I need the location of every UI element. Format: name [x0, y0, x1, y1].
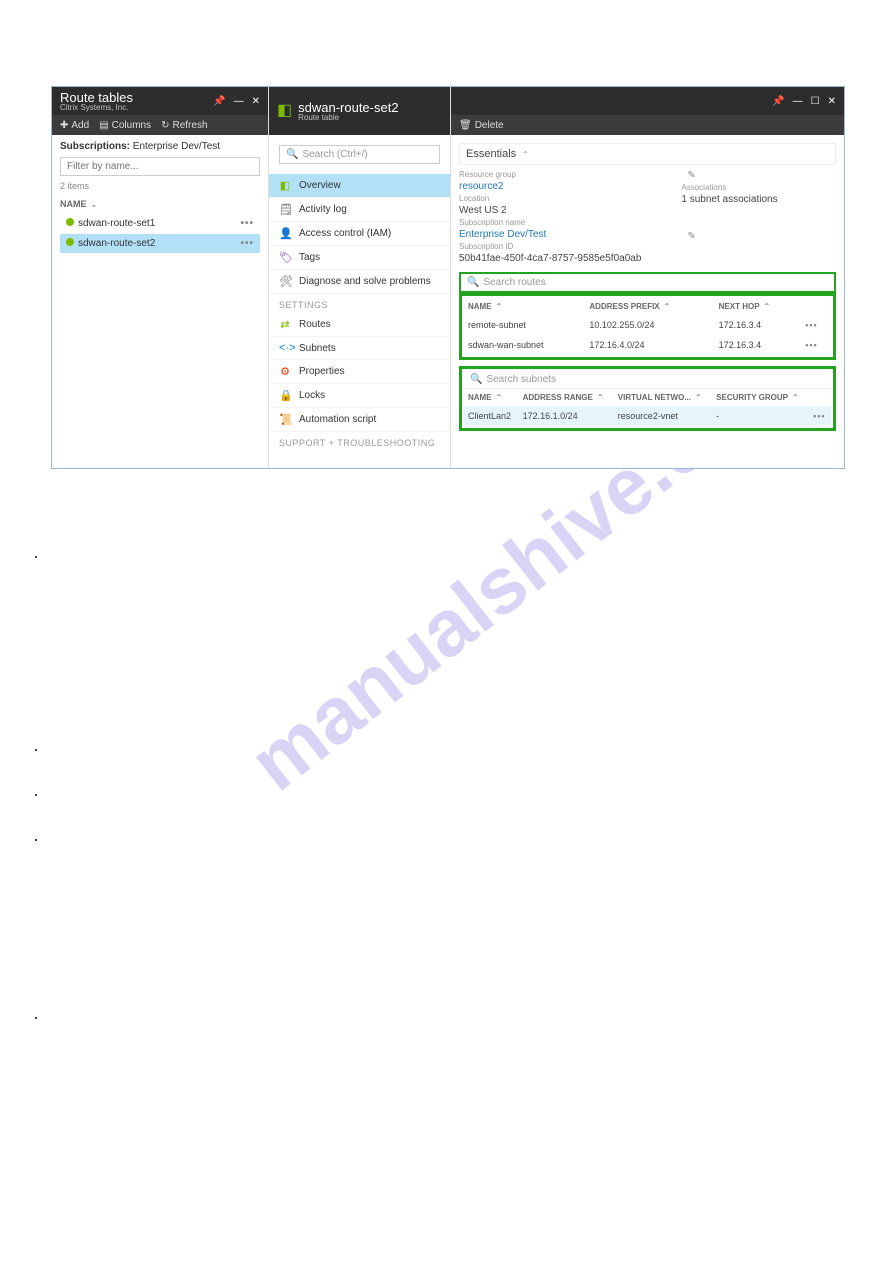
- close-icon[interactable]: ✕: [828, 96, 836, 107]
- subid-label: Subscription ID: [459, 242, 641, 251]
- azure-portal: Route tables Citrix Systems, Inc. 📌 — ✕ …: [51, 86, 845, 469]
- nav-label: Subnets: [299, 343, 336, 354]
- nav-access-control[interactable]: 👤Access control (IAM): [269, 222, 450, 246]
- blade-header: Route tables Citrix Systems, Inc. 📌 — ✕: [52, 87, 268, 115]
- table-header-row: NAME⌃ ADDRESS PREFIX⌃ NEXT HOP⌃: [464, 298, 831, 315]
- nav-label: Tags: [299, 252, 320, 263]
- rg-label: Resource group: [459, 170, 641, 179]
- nav-routes[interactable]: ⇄Routes: [269, 313, 450, 337]
- refresh-button[interactable]: ↻ Refresh: [161, 120, 207, 131]
- edit-icon[interactable]: ✎: [687, 170, 695, 181]
- nav-label: Routes: [299, 319, 331, 330]
- col-nexthop[interactable]: NEXT HOP⌃: [715, 298, 802, 315]
- subname-link[interactable]: Enterprise Dev/Test: [459, 229, 641, 240]
- detail-header: 📌 — ☐ ✕: [451, 87, 844, 115]
- routes-table-box: NAME⌃ ADDRESS PREFIX⌃ NEXT HOP⌃ remote-s…: [459, 293, 836, 360]
- essentials-grid: Resource group resource2 Location West U…: [459, 170, 836, 264]
- col-name[interactable]: NAME⌃: [464, 389, 519, 406]
- route-table-icon: [66, 218, 74, 226]
- route-table-row[interactable]: sdwan-route-set2 •••: [60, 234, 260, 253]
- nav-label: Locks: [299, 390, 325, 401]
- nav-diagnose[interactable]: 🛠Diagnose and solve problems: [269, 270, 450, 294]
- nav-locks[interactable]: 🔒Locks: [269, 384, 450, 408]
- nav-activity-log[interactable]: 🗒Activity log: [269, 198, 450, 222]
- blade-subtitle: Citrix Systems, Inc.: [60, 104, 133, 112]
- route-table-icon: ◧: [277, 103, 292, 119]
- nav-label: Properties: [299, 366, 345, 377]
- resource-menu: ◧ sdwan-route-set2 Route table 🔍 Search …: [269, 87, 451, 468]
- resource-subtitle: Route table: [298, 114, 398, 122]
- subnets-box: 🔍 Search subnets NAME⌃ ADDRESS RANGE⌃ VI…: [459, 366, 836, 431]
- menu-search[interactable]: 🔍 Search (Ctrl+/): [279, 145, 440, 164]
- detail-toolbar: 🗑 Delete: [451, 115, 844, 135]
- minimize-icon[interactable]: —: [234, 96, 244, 107]
- table-row[interactable]: ClientLan2 172.16.1.0/24 resource2-vnet …: [464, 406, 831, 426]
- row-menu-icon[interactable]: •••: [805, 320, 817, 330]
- essentials-toggle[interactable]: Essentials ⌃: [459, 143, 836, 165]
- loc-value: West US 2: [459, 205, 641, 216]
- subname-label: Subscription name: [459, 218, 641, 227]
- search-icon: 🔍: [286, 149, 298, 160]
- section-support: SUPPORT + TROUBLESHOOTING: [269, 432, 450, 451]
- table-row[interactable]: sdwan-wan-subnet172.16.4.0/24172.16.3.4 …: [464, 335, 831, 355]
- table-header-row: NAME⌃ ADDRESS RANGE⌃ VIRTUAL NETWO...⌃ S…: [464, 389, 831, 406]
- row-menu-icon[interactable]: •••: [240, 218, 254, 229]
- subid-value: 50b41fae-450f-4ca7-8757-9585e5f0a0ab: [459, 253, 641, 264]
- nav-tags[interactable]: 🏷Tags: [269, 246, 450, 270]
- chevron-down-icon: ⌄: [91, 200, 98, 209]
- nav-label: Activity log: [299, 204, 347, 215]
- nav-automation[interactable]: 📜Automation script: [269, 408, 450, 432]
- route-table-icon: [66, 238, 74, 246]
- routes-table: NAME⌃ ADDRESS PREFIX⌃ NEXT HOP⌃ remote-s…: [464, 298, 831, 355]
- col-range[interactable]: ADDRESS RANGE⌃: [519, 389, 614, 406]
- assoc-label: Associations: [681, 183, 777, 192]
- chevron-up-icon: ⌃: [522, 150, 529, 159]
- col-name[interactable]: NAME⌃: [464, 298, 585, 315]
- resource-title: sdwan-route-set2: [298, 101, 398, 114]
- nav-properties[interactable]: ⚙Properties: [269, 360, 450, 384]
- col-sg[interactable]: SECURITY GROUP⌃: [712, 389, 809, 406]
- row-menu-icon[interactable]: •••: [240, 238, 254, 249]
- assoc-value: 1 subnet associations: [681, 194, 777, 205]
- add-button[interactable]: ✚ Add: [60, 120, 89, 131]
- route-tables-blade: Route tables Citrix Systems, Inc. 📌 — ✕ …: [52, 87, 269, 468]
- col-vnet[interactable]: VIRTUAL NETWO...⌃: [614, 389, 712, 406]
- subscriptions-line: Subscriptions: Enterprise Dev/Test: [60, 141, 260, 152]
- maximize-icon[interactable]: ☐: [811, 96, 820, 107]
- minimize-icon[interactable]: —: [793, 96, 803, 107]
- row-menu-icon[interactable]: •••: [813, 411, 825, 421]
- pin-icon[interactable]: 📌: [772, 96, 784, 107]
- filter-input[interactable]: [60, 157, 260, 176]
- nav-label: Access control (IAM): [299, 228, 391, 239]
- nav-label: Overview: [299, 180, 341, 191]
- delete-button[interactable]: 🗑 Delete: [459, 120, 504, 131]
- row-menu-icon[interactable]: •••: [805, 340, 817, 350]
- blade-title: Route tables: [60, 91, 133, 104]
- detail-blade: 📌 — ☐ ✕ 🗑 Delete Essentials ⌃ Resource g…: [451, 87, 844, 468]
- search-subnets[interactable]: 🔍 Search subnets: [464, 371, 831, 389]
- section-settings: SETTINGS: [269, 294, 450, 313]
- search-icon: 🔍: [470, 374, 482, 385]
- search-routes[interactable]: 🔍 Search routes: [459, 272, 836, 293]
- route-table-row[interactable]: sdwan-route-set1 •••: [60, 214, 260, 233]
- search-icon: 🔍: [467, 277, 479, 288]
- loc-label: Location: [459, 194, 641, 203]
- nav-overview[interactable]: ◧Overview: [269, 174, 450, 198]
- columns-button[interactable]: ▤ Columns: [99, 120, 151, 131]
- pin-icon[interactable]: 📌: [213, 96, 225, 107]
- blade-header: ◧ sdwan-route-set2 Route table: [269, 87, 450, 135]
- close-icon[interactable]: ✕: [252, 96, 260, 107]
- nav-subnets[interactable]: <·>Subnets: [269, 337, 450, 360]
- blade-toolbar: ✚ Add ▤ Columns ↻ Refresh: [52, 115, 268, 135]
- rg-link[interactable]: resource2: [459, 181, 641, 192]
- edit-icon[interactable]: ✎: [687, 231, 695, 242]
- item-count: 2 items: [60, 181, 260, 191]
- subnets-table: NAME⌃ ADDRESS RANGE⌃ VIRTUAL NETWO...⌃ S…: [464, 389, 831, 426]
- essentials-label: Essentials: [466, 148, 516, 160]
- name-column-header[interactable]: NAME⌄: [60, 195, 260, 213]
- nav-label: Diagnose and solve problems: [299, 276, 431, 287]
- col-prefix[interactable]: ADDRESS PREFIX⌃: [585, 298, 714, 315]
- table-row[interactable]: remote-subnet10.102.255.0/24172.16.3.4 •…: [464, 315, 831, 335]
- nav-label: Automation script: [299, 414, 376, 425]
